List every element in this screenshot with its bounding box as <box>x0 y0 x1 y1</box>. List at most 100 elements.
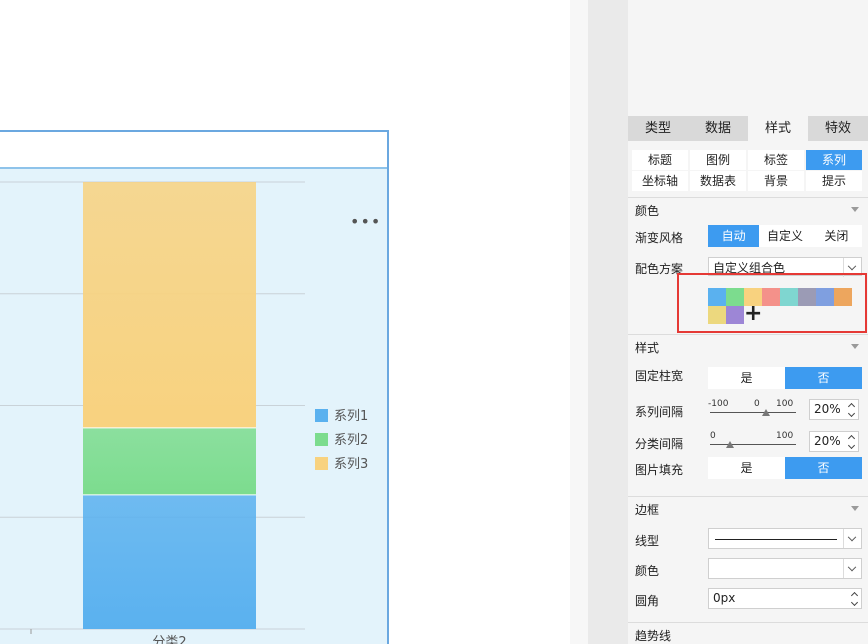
increment-icon[interactable] <box>846 432 858 442</box>
tab-effects[interactable]: 特效 <box>808 116 868 141</box>
solid-line-preview <box>715 539 837 540</box>
color-swatch-10[interactable] <box>726 306 744 324</box>
category-gap-thumb[interactable] <box>726 441 734 448</box>
bar-segment-1 <box>83 494 256 629</box>
image-fill-toggle: 是 否 <box>708 457 862 479</box>
category-gap-label: 分类间隔 <box>635 437 684 451</box>
color-swatch-1[interactable] <box>708 288 726 306</box>
color-swatches: + <box>708 288 858 325</box>
chevron-down-icon[interactable] <box>851 344 859 349</box>
series-gap-mid: 0 <box>754 399 760 409</box>
more-dots-icon[interactable]: ••• <box>350 214 381 230</box>
legend-label-2: 系列2 <box>334 433 368 448</box>
gradient-off-option[interactable]: 关闭 <box>811 225 862 247</box>
tab-data[interactable]: 数据 <box>688 116 748 141</box>
chevron-down-icon <box>843 559 861 578</box>
category-gap-track <box>710 444 796 445</box>
border-color-select[interactable] <box>708 558 862 579</box>
fixed-width-label: 固定柱宽 <box>635 369 684 383</box>
color-swatch-8[interactable] <box>834 288 852 306</box>
color-swatch-5[interactable] <box>780 288 798 306</box>
corner-radius-input[interactable]: 0px <box>708 588 862 609</box>
subtab-datatable[interactable]: 数据表 <box>690 171 746 191</box>
category-gap-min: 0 <box>710 431 716 441</box>
series-gap-value: 20% <box>814 402 841 416</box>
category-gap-input[interactable]: 20% <box>809 431 859 452</box>
image-fill-label: 图片填充 <box>635 463 684 477</box>
subtab-series[interactable]: 系列 <box>806 150 862 170</box>
subtab-label[interactable]: 标签 <box>748 150 804 170</box>
series-gap-track <box>710 412 796 413</box>
color-section-header[interactable]: 颜色 <box>628 197 868 221</box>
image-fill-no-option[interactable]: 否 <box>785 457 862 479</box>
splitter <box>570 0 588 644</box>
series-gap-min: -100 <box>708 399 729 409</box>
subtab-background[interactable]: 背景 <box>748 171 804 191</box>
gradient-style-label: 渐变风格 <box>635 231 684 245</box>
style-section-title: 样式 <box>635 341 660 355</box>
color-swatch-7[interactable] <box>816 288 834 306</box>
fixed-width-no-option[interactable]: 否 <box>785 367 862 389</box>
subtab-axis[interactable]: 坐标轴 <box>632 171 688 191</box>
line-type-label: 线型 <box>635 534 660 548</box>
fixed-width-yes-option[interactable]: 是 <box>708 367 785 389</box>
gradient-custom-option[interactable]: 自定义 <box>759 225 810 247</box>
subtab-title[interactable]: 标题 <box>632 150 688 170</box>
chevron-down-icon <box>843 529 861 548</box>
legend-label-1: 系列1 <box>334 409 368 424</box>
fixed-width-toggle: 是 否 <box>708 367 862 389</box>
chart-widget[interactable]: 分类2 系列1 系列2 系列3 ••• <box>0 130 389 644</box>
chart-svg: 分类2 系列1 系列2 系列3 <box>0 181 368 644</box>
color-section-title: 颜色 <box>635 204 660 218</box>
decrement-icon[interactable] <box>846 410 858 420</box>
color-swatch-9[interactable] <box>708 306 726 324</box>
plus-icon[interactable]: + <box>744 303 762 325</box>
color-swatch-6[interactable] <box>798 288 816 306</box>
color-scheme-label: 配色方案 <box>635 262 684 276</box>
color-swatch-4[interactable] <box>762 288 780 306</box>
corner-radius-value: 0px <box>713 591 736 605</box>
style-section-header[interactable]: 样式 <box>628 334 868 358</box>
legend-label-3: 系列3 <box>334 457 368 472</box>
canvas: 分类2 系列1 系列2 系列3 ••• 类型 数据 样式 特效 标题 图例 标签 系列… <box>0 0 868 644</box>
increment-icon[interactable] <box>849 589 861 599</box>
category-gap-slider[interactable]: 0 100 <box>708 431 798 452</box>
border-section-title: 边框 <box>635 503 660 517</box>
image-fill-yes-option[interactable]: 是 <box>708 457 785 479</box>
series-gap-input[interactable]: 20% <box>809 399 859 420</box>
subtab-tooltip[interactable]: 提示 <box>806 171 862 191</box>
gradient-auto-option[interactable]: 自动 <box>708 225 760 247</box>
color-swatch-2[interactable] <box>726 288 744 306</box>
border-section-header[interactable]: 边框 <box>628 496 868 520</box>
style-subtabs: 标题 图例 标签 系列 坐标轴 数据表 背景 提示 <box>632 150 864 191</box>
trend-section-header[interactable]: 趋势线 <box>628 622 868 644</box>
panel-gutter <box>588 0 628 644</box>
bar-segment-3 <box>83 182 256 428</box>
series-gap-slider[interactable]: -100 0 100 <box>708 399 798 420</box>
gradient-style-toggle: 自动 自定义 关闭 <box>708 225 862 247</box>
corner-radius-label: 圆角 <box>635 594 660 608</box>
series-gap-thumb[interactable] <box>762 409 770 416</box>
properties-panel: 类型 数据 样式 特效 标题 图例 标签 系列 坐标轴 数据表 背景 提示 颜色… <box>628 0 868 644</box>
series-gap-max: 100 <box>776 399 794 409</box>
category-gap-max: 100 <box>776 431 794 441</box>
increment-icon[interactable] <box>846 400 858 410</box>
legend-swatch-3 <box>315 457 328 470</box>
decrement-icon[interactable] <box>846 442 858 452</box>
tab-type[interactable]: 类型 <box>628 116 688 141</box>
category-gap-value: 20% <box>814 434 841 448</box>
chart-plot-area: 分类2 系列1 系列2 系列3 ••• <box>0 167 387 644</box>
trend-section-title: 趋势线 <box>635 629 672 643</box>
subtab-legend[interactable]: 图例 <box>690 150 746 170</box>
chevron-down-icon[interactable] <box>851 207 859 212</box>
legend-swatch-2 <box>315 433 328 446</box>
chevron-down-icon[interactable] <box>851 506 859 511</box>
decrement-icon[interactable] <box>849 599 861 609</box>
line-type-select[interactable] <box>708 528 862 549</box>
x-tick-label: 分类2 <box>152 635 186 644</box>
series-gap-label: 系列间隔 <box>635 405 684 419</box>
legend-swatch-1 <box>315 409 328 422</box>
tab-style[interactable]: 样式 <box>748 116 808 141</box>
panel-tabs: 类型 数据 样式 特效 <box>628 116 868 141</box>
bar-segment-2 <box>83 427 256 495</box>
